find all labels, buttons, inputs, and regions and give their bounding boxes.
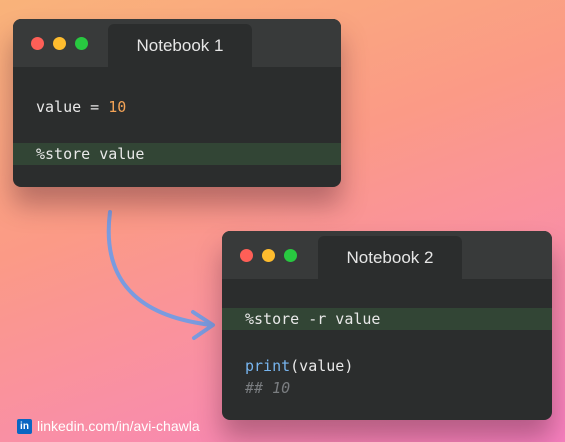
notebook-2-titlebar: Notebook 2 <box>222 231 552 279</box>
close-dot-icon[interactable] <box>240 249 253 262</box>
code-line-store: %store value <box>13 143 341 165</box>
code-line-print: print (value) <box>222 355 552 377</box>
maximize-dot-icon[interactable] <box>75 37 88 50</box>
close-dot-icon[interactable] <box>31 37 44 50</box>
code-operator: = <box>81 98 109 116</box>
maximize-dot-icon[interactable] <box>284 249 297 262</box>
notebook-1-titlebar: Notebook 1 <box>13 19 341 67</box>
notebook-2-window: Notebook 2 %store -r value print (value) … <box>222 231 552 420</box>
code-line-comment: ## 10 <box>222 377 552 399</box>
code-line-restore: %store -r value <box>222 308 552 330</box>
footer-credit: in linkedin.com/in/avi-chawla <box>17 418 200 434</box>
code-variable: value <box>36 98 82 116</box>
minimize-dot-icon[interactable] <box>262 249 275 262</box>
code-number: 10 <box>108 98 127 116</box>
notebook-1-window: Notebook 1 value = 10 %store value <box>13 19 341 187</box>
code-args: (value) <box>290 357 354 375</box>
linkedin-icon: in <box>17 418 32 434</box>
tab-notebook-1[interactable]: Notebook 1 <box>108 24 252 67</box>
tab-notebook-2[interactable]: Notebook 2 <box>318 236 462 279</box>
minimize-dot-icon[interactable] <box>53 37 66 50</box>
code-function: print <box>245 357 291 375</box>
footer-link[interactable]: linkedin.com/in/avi-chawla <box>37 418 200 434</box>
code-comment: ## 10 <box>245 379 291 397</box>
code-line-assignment: value = 10 <box>13 96 341 118</box>
